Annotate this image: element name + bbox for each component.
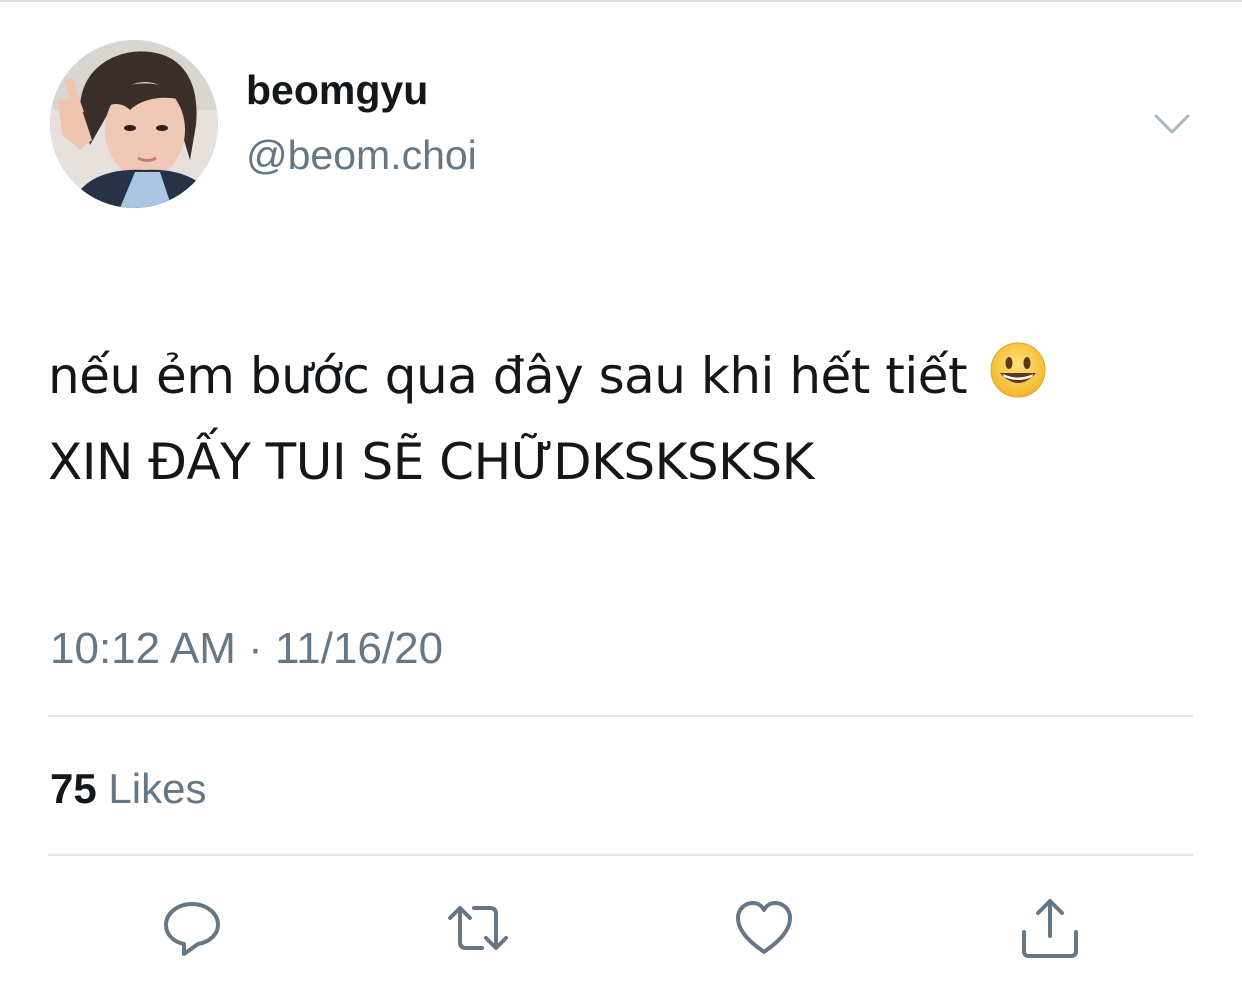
share-button[interactable] bbox=[1018, 896, 1082, 960]
share-icon bbox=[1022, 899, 1078, 958]
divider-top bbox=[48, 715, 1193, 717]
chevron-down-icon bbox=[1154, 114, 1190, 134]
retweet-icon bbox=[448, 906, 508, 950]
divider-bottom bbox=[48, 854, 1193, 856]
display-name[interactable]: beomgyu bbox=[246, 70, 428, 111]
timestamp-separator: · bbox=[248, 624, 263, 673]
like-button[interactable] bbox=[732, 896, 796, 960]
retweet-button[interactable] bbox=[446, 896, 510, 960]
tweet-text-line-2: XIN ĐẤY TUI SẼ CHỮDKSKSKSK bbox=[48, 433, 814, 491]
speech-bubble-icon bbox=[164, 902, 220, 956]
likes-label: Likes bbox=[108, 765, 207, 812]
tweet-text: nếu ẻm bước qua đây sau khi hết tiết XIN… bbox=[48, 333, 1218, 505]
profile-photo-icon bbox=[50, 40, 218, 208]
top-border bbox=[0, 0, 1242, 2]
user-handle[interactable]: @beom.choi bbox=[246, 135, 477, 176]
tweet-menu-button[interactable] bbox=[1148, 104, 1196, 144]
grinning-face-icon bbox=[989, 339, 1047, 398]
avatar[interactable] bbox=[50, 40, 218, 208]
reply-button[interactable] bbox=[160, 896, 224, 960]
tweet-text-line-1: nếu ẻm bước qua đây sau khi hết tiết bbox=[48, 333, 1218, 419]
tweet-text-line-1-content: nếu ẻm bước qua đây sau khi hết tiết bbox=[48, 347, 968, 405]
likes-summary[interactable]: 75 Likes bbox=[50, 768, 206, 810]
tweet-date: 11/16/20 bbox=[275, 624, 444, 673]
likes-count: 75 bbox=[50, 765, 97, 812]
heart-icon bbox=[736, 901, 792, 954]
tweet-time: 10:12 AM bbox=[50, 624, 236, 673]
tweet-timestamp[interactable]: 10:12 AM · 11/16/20 bbox=[50, 627, 443, 671]
